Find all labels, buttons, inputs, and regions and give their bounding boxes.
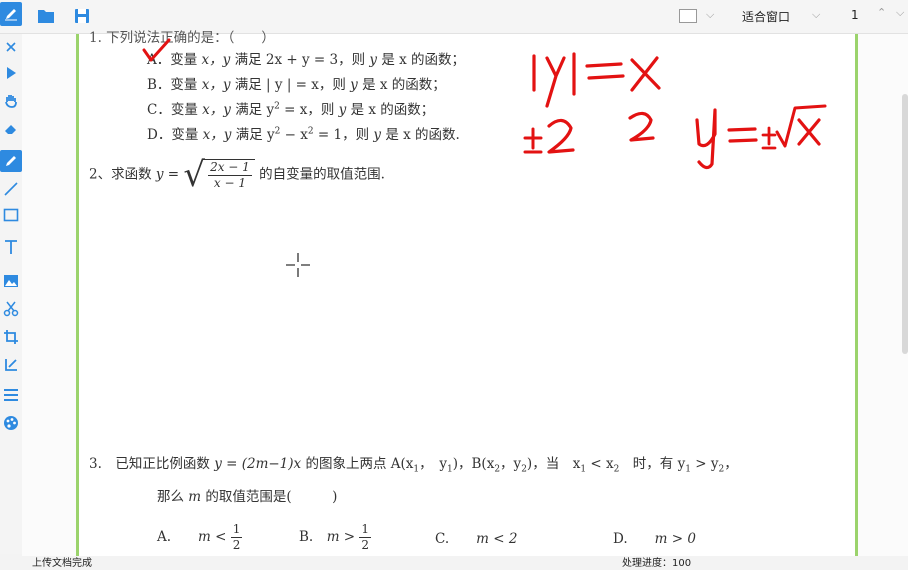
eraser-tool-button[interactable] xyxy=(0,118,22,140)
pen-tool-button-active[interactable] xyxy=(0,150,22,172)
pen-tool-button[interactable] xyxy=(0,2,22,26)
ink-checkmark xyxy=(142,38,171,62)
save-icon xyxy=(75,9,89,23)
status-progress: 处理进度：100 xyxy=(622,558,692,569)
q3-option-a: A. m < 12 xyxy=(157,522,243,552)
text-tool-button[interactable] xyxy=(0,236,22,258)
pen-icon xyxy=(5,9,17,21)
close-icon xyxy=(6,42,16,52)
zoom-select[interactable]: 适合窗口 xyxy=(742,8,790,25)
image-tool-button[interactable] xyxy=(0,270,22,292)
chevron-down-icon[interactable]: ⌵ xyxy=(896,6,904,20)
document-viewport[interactable]: 1. 下列说法正确的是：（ ） A．变量 x，y 满足 2x + y = 3，则… xyxy=(22,30,908,556)
list-icon xyxy=(4,389,18,401)
palette-tool-button[interactable] xyxy=(0,412,22,434)
ink-y-equals-pm-sqrt-x xyxy=(695,104,827,170)
scissors-tool-button[interactable] xyxy=(0,298,22,320)
text-icon xyxy=(5,240,17,254)
vertical-scrollbar[interactable] xyxy=(902,94,908,354)
crop-tool-button[interactable] xyxy=(0,326,22,348)
ink-abs-y-equals-x xyxy=(532,52,661,108)
q3-option-c: C. m < 2 xyxy=(435,531,518,547)
crop-icon xyxy=(4,330,18,344)
pointer-tool-button[interactable] xyxy=(0,62,22,84)
pen-icon xyxy=(6,156,16,166)
rectangle-icon xyxy=(3,208,19,222)
line-icon xyxy=(4,182,18,196)
hand-icon xyxy=(5,95,17,108)
q3-option-d: D. m > 0 xyxy=(613,531,696,547)
list-tool-button[interactable] xyxy=(0,384,22,406)
crosshair-cursor-icon xyxy=(286,253,310,277)
rectangle-tool-button[interactable] xyxy=(0,204,22,226)
image-icon xyxy=(4,275,18,287)
q3-line2: 那么 m 的取值范围是( ) xyxy=(157,489,338,505)
eraser-icon xyxy=(5,125,16,134)
folder-icon xyxy=(38,10,54,23)
palette-icon xyxy=(4,416,18,430)
line-tool-button[interactable] xyxy=(0,178,22,200)
q3-question: 3. 已知正比例函数 y = (2m−1)x 的图象上两点 A(x1， y1)，… xyxy=(89,456,738,475)
open-folder-button[interactable] xyxy=(34,4,58,28)
tool-sidebar xyxy=(0,34,22,554)
scissors-icon xyxy=(3,301,19,317)
close-tool-button[interactable] xyxy=(0,36,22,58)
status-bar: 上传文档完成 处理进度：100 xyxy=(0,556,908,569)
hand-tool-button[interactable] xyxy=(0,90,22,112)
ink-plus-minus-two xyxy=(523,111,655,154)
page-number-input[interactable]: 1 xyxy=(851,8,859,22)
q3-option-b: B. m > 12 xyxy=(299,522,372,552)
chevron-up-icon[interactable]: ⌃ xyxy=(877,6,886,19)
ink-annotation-layer xyxy=(142,38,827,170)
crop-tool-button-2[interactable] xyxy=(0,354,22,376)
save-button[interactable] xyxy=(70,4,94,28)
status-left: 上传文档完成 xyxy=(32,558,92,569)
chevron-down-icon[interactable]: ⌵ xyxy=(812,8,820,22)
crop-icon xyxy=(5,359,17,371)
document-page[interactable]: 1. 下列说法正确的是：（ ） A．变量 x，y 满足 2x + y = 3，则… xyxy=(76,30,858,556)
pointer-icon xyxy=(7,67,16,79)
chevron-down-icon[interactable]: ⌵ xyxy=(706,8,714,22)
color-swatch[interactable] xyxy=(679,9,697,23)
